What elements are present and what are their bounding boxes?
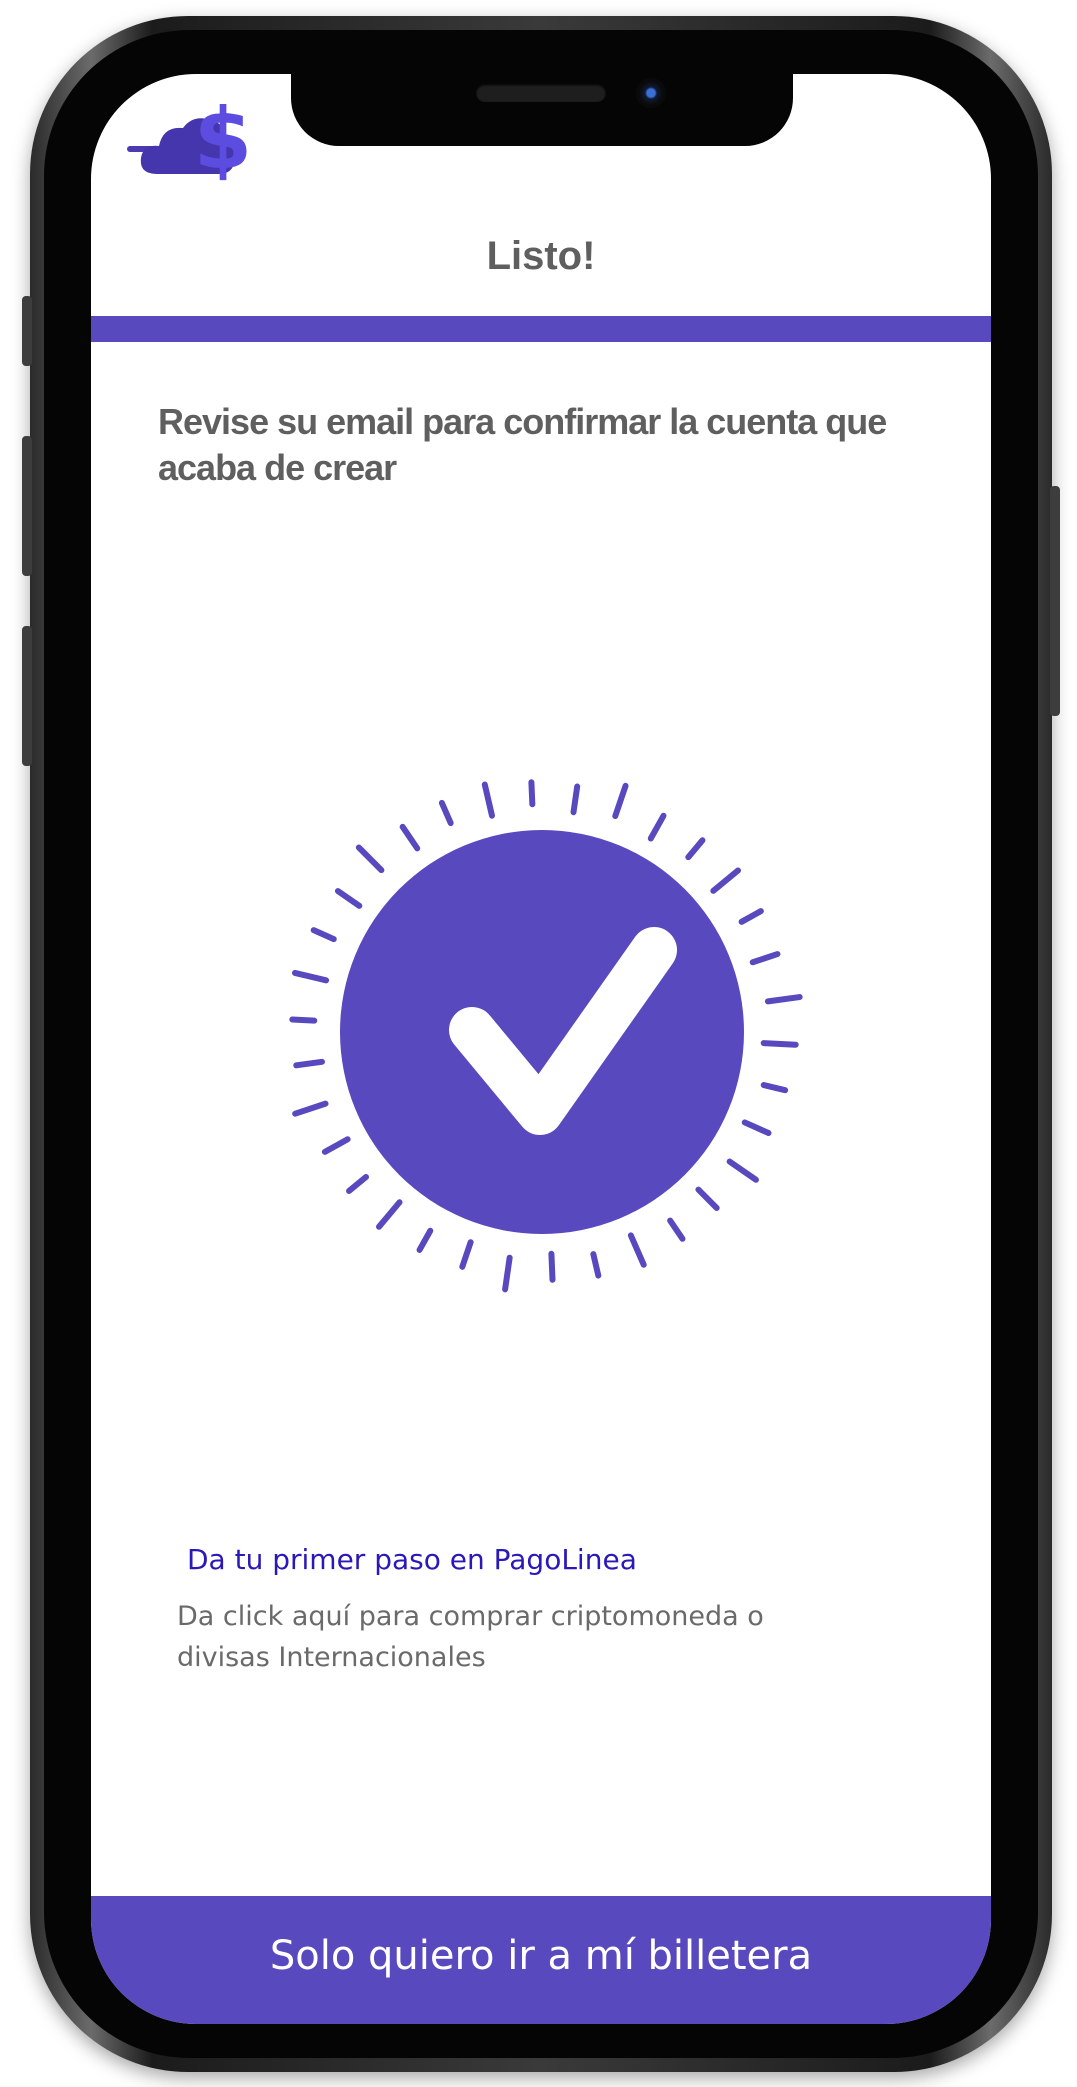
check-circle-icon [289,779,803,1293]
badge-ray [399,823,421,852]
badge-ray [647,812,667,842]
badge-ray [710,867,742,894]
first-step-link[interactable]: Da tu primer paso en PagoLinea [187,1543,637,1576]
app-screen: $ Listo! Revise su email para confirmar … [91,74,991,2024]
badge-ray [375,1199,403,1230]
front-camera [636,78,666,108]
header-divider [91,316,991,342]
badge-ray [685,837,706,861]
badge-ray [695,1186,720,1212]
badge-ray [289,1016,318,1024]
badge-ray [749,951,781,966]
badge-ray [570,783,581,816]
cloud-dollar-logo-icon: $ [127,96,252,186]
badge-ray [293,1058,326,1069]
volume-up-button [22,436,32,576]
badge-ray [438,799,454,827]
badge-ray [548,1250,556,1283]
badge-ray [627,1232,647,1268]
badge-ray [726,1158,759,1183]
badge-ray [612,782,629,820]
badge-ray [459,1239,474,1270]
volume-down-button [22,626,32,766]
badge-ray [590,1251,602,1279]
badge-ray [738,908,764,925]
notch [291,74,793,146]
badge-ray [310,927,337,943]
badge-ray [502,1254,513,1293]
badge-ray [667,1217,686,1242]
badge-ray [334,888,363,909]
badge-ray [416,1227,434,1253]
first-step-description: Da click aquí para comprar criptomoneda … [177,1601,764,1673]
silent-switch [22,296,32,366]
badge-ray [481,781,495,819]
badge-ray [741,1119,772,1137]
badge-ray [321,1136,351,1155]
confirmation-message: Revise su email para confirmar la cuenta… [158,401,887,488]
svg-text:$: $ [194,96,252,186]
go-to-wallet-button[interactable]: Solo quiero ir a mí billetera [91,1896,991,2024]
badge-ray [760,1040,799,1048]
power-button [1050,486,1060,716]
badge-ray [292,1100,329,1117]
badge-ray [355,844,385,874]
badge-ray [528,779,536,808]
speaker-grille [476,84,606,102]
badge-ray [291,969,330,984]
page-title: Listo! [486,234,596,278]
badge-ray [346,1173,370,1194]
badge-ray [764,994,803,1005]
badge-ray [760,1082,789,1094]
